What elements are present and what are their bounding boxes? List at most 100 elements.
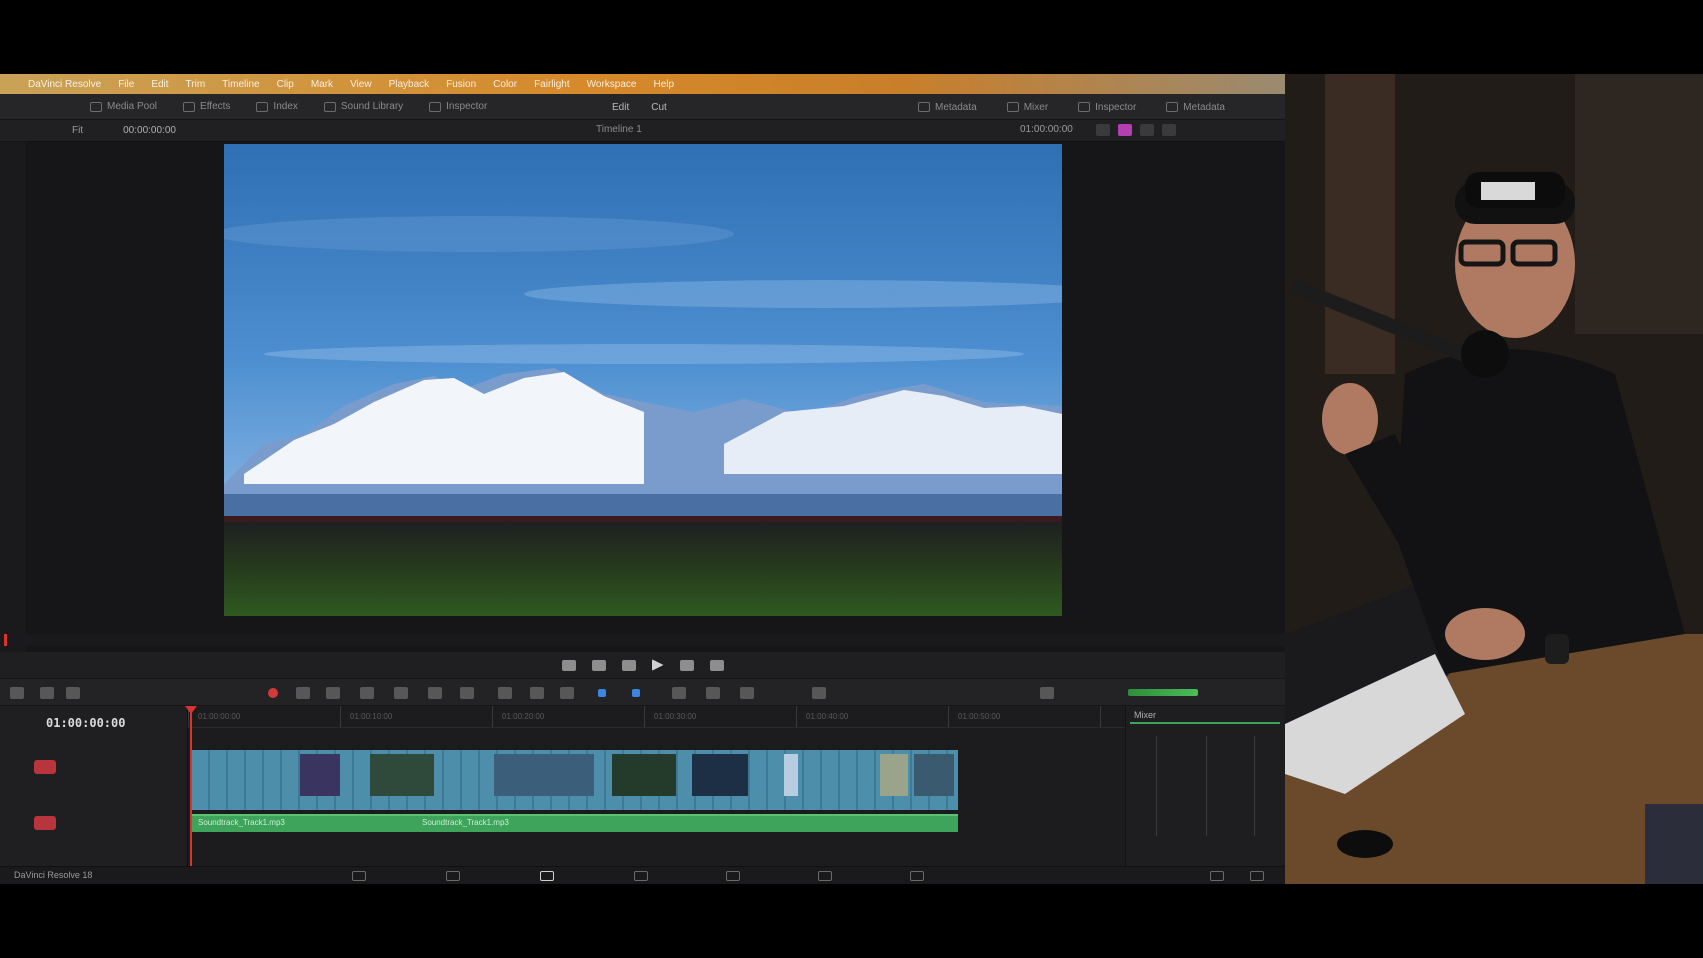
audio-waveform-icon[interactable] (812, 687, 826, 699)
flag-blue-icon[interactable] (598, 689, 606, 697)
effects-button[interactable]: Effects (183, 101, 230, 112)
go-to-end-icon[interactable] (679, 659, 694, 671)
menu-item[interactable]: Fairlight (534, 79, 570, 90)
resolve-window: DaVinci Resolve File Edit Trim Timeline … (0, 74, 1285, 884)
fader-a2[interactable] (1206, 736, 1207, 836)
overwrite-clip-icon[interactable] (428, 687, 442, 699)
fullscreen-icon[interactable] (1162, 124, 1176, 136)
menu-item[interactable]: Clip (277, 79, 294, 90)
clip-thumbnail (370, 754, 434, 796)
timeline-name-dropdown[interactable]: Timeline 1 (596, 124, 642, 135)
mixer-icon (1006, 102, 1019, 112)
stop-icon[interactable] (621, 659, 636, 671)
webcam-presenter-feed (1285, 74, 1703, 884)
menu-item[interactable]: File (118, 79, 134, 90)
fairlight-page-icon[interactable] (818, 871, 832, 881)
trim-tool-icon[interactable] (326, 687, 340, 699)
link-icon[interactable] (530, 687, 544, 699)
layout-alt-icon[interactable] (40, 687, 54, 699)
menu-item[interactable]: View (350, 79, 372, 90)
menu-item[interactable]: Timeline (222, 79, 259, 90)
menu-item[interactable]: Trim (186, 79, 206, 90)
edit-page-title[interactable]: Edit (612, 102, 629, 113)
fusion-page-icon[interactable] (634, 871, 648, 881)
position-lock-icon[interactable] (560, 687, 574, 699)
audio-level-meter (1128, 689, 1198, 696)
inspector-left-button[interactable]: Inspector (429, 101, 487, 112)
audio-clip-label: Soundtrack_Track1.mp3 (422, 818, 509, 827)
play-icon[interactable] (651, 659, 664, 671)
zoom-custom-icon[interactable] (740, 687, 754, 699)
menu-item[interactable]: Mark (311, 79, 333, 90)
menu-item[interactable]: Edit (151, 79, 168, 90)
volume-icon[interactable] (1040, 687, 1054, 699)
layout-icon[interactable] (10, 687, 24, 699)
color-page-icon[interactable] (726, 871, 740, 881)
brand-label: DaVinci Resolve 18 (14, 870, 93, 880)
replace-clip-icon[interactable] (460, 687, 474, 699)
project-manager-icon[interactable] (1210, 871, 1224, 881)
viewer-toolbar: Fit 00:00:00:00 Timeline 1 01:00:00:00 (0, 120, 1285, 142)
viewer-scrubber[interactable] (0, 634, 1285, 646)
apple-icon[interactable] (6, 78, 18, 90)
timeline-playhead[interactable] (185, 706, 197, 866)
color-flag-icon[interactable] (1118, 124, 1132, 136)
zoom-detail-icon[interactable] (706, 687, 720, 699)
audio-track-clip[interactable]: Soundtrack_Track1.mp3 Soundtrack_Track1.… (192, 814, 958, 832)
loop-icon[interactable] (709, 659, 724, 671)
ruler-label: 01:00:30:00 (654, 712, 697, 721)
sound-library-button[interactable]: Sound Library (323, 101, 403, 112)
mixer-button[interactable]: Mixer (1006, 102, 1048, 113)
go-to-start-icon[interactable] (561, 659, 576, 671)
safe-area-icon[interactable] (1096, 124, 1110, 136)
video-track-clips[interactable] (192, 750, 958, 810)
menu-item[interactable]: Help (653, 79, 674, 90)
media-page-icon[interactable] (352, 871, 366, 881)
viewer-frame-mountain-landscape[interactable] (224, 144, 1062, 616)
video-track-header (0, 750, 188, 794)
timeline-ruler[interactable]: 01:00:00:00 01:00:10:00 01:00:20:00 01:0… (188, 706, 1125, 728)
zoom-full-icon[interactable] (672, 687, 686, 699)
transport-controls (0, 652, 1285, 678)
inspector-right-button[interactable]: Inspector (1078, 102, 1136, 113)
insert-clip-icon[interactable] (394, 687, 408, 699)
video-track-lock-badge[interactable] (34, 760, 56, 774)
ruler-label: 01:00:00:00 (198, 712, 241, 721)
audio-track-lock-badge[interactable] (34, 816, 56, 830)
menu-item[interactable]: Color (493, 79, 517, 90)
cut-page-title[interactable]: Cut (651, 102, 667, 113)
snapping-icon[interactable] (498, 687, 512, 699)
audio-clip-label: Soundtrack_Track1.mp3 (198, 818, 285, 827)
clip-thumbnail (784, 754, 798, 796)
edit-page-icon[interactable] (540, 871, 554, 881)
clip-thumbnail (300, 754, 340, 796)
index-button[interactable]: Index (256, 101, 298, 112)
metadata-right-button[interactable]: Metadata (1166, 102, 1225, 113)
settings-icon[interactable] (1140, 124, 1154, 136)
zoom-dropdown[interactable]: Fit (72, 125, 83, 136)
marker-blue-icon[interactable] (632, 689, 640, 697)
effects-label: Effects (200, 101, 231, 112)
blade-tool-icon[interactable] (360, 687, 374, 699)
project-settings-icon[interactable] (1250, 871, 1264, 881)
layout-third-icon[interactable] (66, 687, 80, 699)
menu-item[interactable]: Fusion (446, 79, 476, 90)
metadata-button[interactable]: Metadata (918, 102, 977, 113)
deliver-page-icon[interactable] (910, 871, 924, 881)
scrubber-playhead[interactable] (4, 634, 7, 646)
menu-item[interactable]: Workspace (587, 79, 637, 90)
fader-main[interactable] (1254, 736, 1255, 836)
clip-thumbnail (914, 754, 954, 796)
cut-page-icon[interactable] (446, 871, 460, 881)
selection-tool-icon[interactable] (296, 687, 310, 699)
play-reverse-icon[interactable] (591, 659, 606, 671)
clip-thumbnail (880, 754, 908, 796)
record-icon[interactable] (268, 688, 278, 698)
timeline-viewer (0, 142, 1285, 652)
menu-item[interactable]: Playback (389, 79, 430, 90)
menu-item[interactable]: DaVinci Resolve (28, 79, 101, 90)
media-pool-icon (90, 101, 102, 112)
fader-a1[interactable] (1156, 736, 1157, 836)
media-pool-button[interactable]: Media Pool (90, 101, 157, 112)
clip-thumbnail (612, 754, 676, 796)
